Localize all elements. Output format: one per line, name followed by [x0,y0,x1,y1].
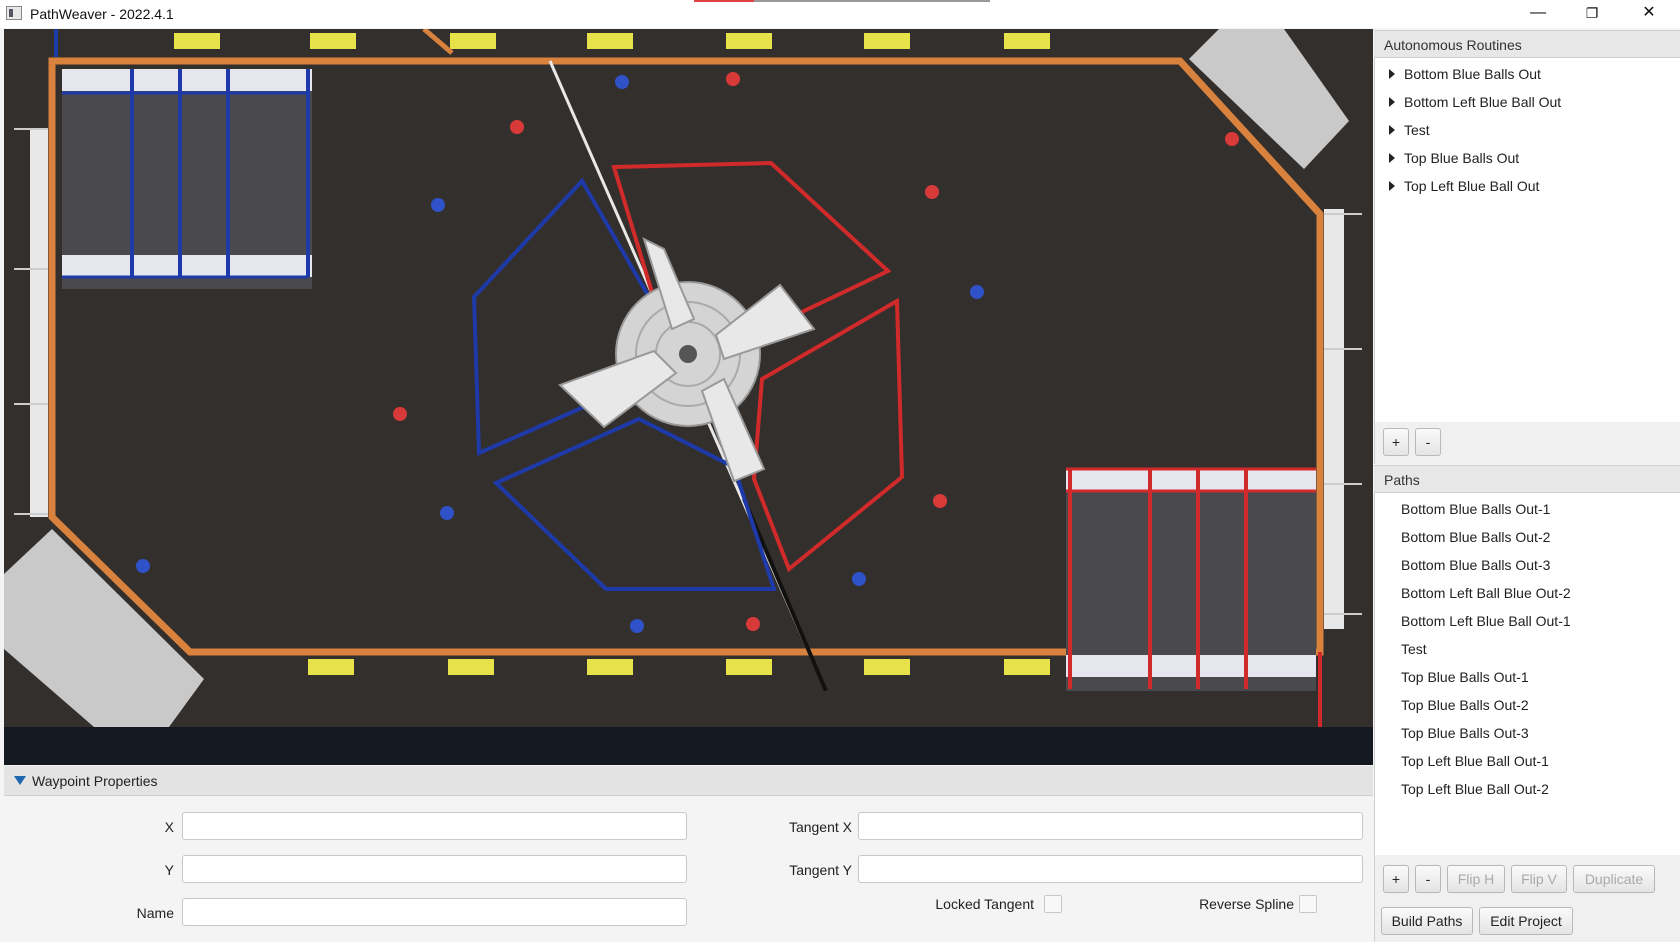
expand-arrow-icon[interactable] [1389,153,1395,164]
field-footer-strip [4,727,1373,765]
name-input[interactable] [182,898,687,926]
routine-item[interactable]: Top Blue Balls Out [1389,150,1519,166]
y-label: Y [164,862,174,878]
tangent-x-input[interactable] [858,812,1363,840]
waypoint-properties-header[interactable]: Waypoint Properties [4,766,1373,796]
reverse-spline-checkbox[interactable] [1299,895,1317,913]
locked-tangent-label: Locked Tangent [935,896,1034,912]
paths-toolbar: + - Flip H Flip V Duplicate Build Paths … [1374,855,1680,942]
left-rail [30,129,48,517]
tangent-x-label: Tangent X [788,819,852,835]
title-accent-line-gray [754,0,990,2]
path-item[interactable]: Top Left Blue Ball Out-2 [1401,781,1549,797]
add-path-button[interactable]: + [1383,865,1409,893]
routine-item[interactable]: Top Left Blue Ball Out [1389,178,1539,194]
build-paths-button[interactable]: Build Paths [1381,907,1473,935]
paths-header: Paths [1374,465,1680,493]
waypoint-properties-title: Waypoint Properties [32,773,158,789]
path-item[interactable]: Top Blue Balls Out-3 [1401,725,1529,741]
field-canvas[interactable] [4,29,1373,727]
tangent-y-input[interactable] [858,855,1363,883]
path-item[interactable]: Top Left Blue Ball Out-1 [1401,753,1549,769]
collapse-arrow-icon[interactable] [14,776,26,785]
routine-item[interactable]: Bottom Left Blue Ball Out [1389,94,1561,110]
path-item[interactable]: Bottom Left Ball Blue Out-2 [1401,585,1571,601]
expand-arrow-icon[interactable] [1389,69,1395,80]
waypoint-properties-body: X Y Name Tangent X Tangent Y Locked Tang… [4,796,1373,942]
expand-arrow-icon[interactable] [1389,125,1395,136]
routine-item[interactable]: Test [1389,122,1430,138]
title-accent-line [694,0,754,2]
reverse-spline-label: Reverse Spline [1199,896,1294,912]
duplicate-button[interactable]: Duplicate [1573,865,1655,893]
window-title: PathWeaver - 2022.4.1 [30,6,174,22]
path-item[interactable]: Bottom Blue Balls Out-2 [1401,529,1550,545]
add-routine-button[interactable]: + [1383,428,1409,456]
path-item[interactable]: Test [1401,641,1427,657]
routine-label: Top Blue Balls Out [1404,150,1520,166]
app-icon [6,6,22,20]
x-label: X [164,819,174,835]
restore-button[interactable]: ❐ [1569,0,1615,28]
blue-hangar [62,69,312,289]
routine-label: Test [1404,122,1430,138]
x-input[interactable] [182,812,687,840]
expand-arrow-icon[interactable] [1389,181,1395,192]
routine-item[interactable]: Bottom Blue Balls Out [1389,66,1541,82]
routine-label: Top Left Blue Ball Out [1404,178,1540,194]
routines-toolbar: + - [1374,422,1680,464]
right-rail [1324,209,1344,629]
routine-label: Bottom Blue Balls Out [1404,66,1541,82]
path-item[interactable]: Bottom Blue Balls Out-3 [1401,557,1550,573]
routine-label: Bottom Left Blue Ball Out [1404,94,1562,110]
y-input[interactable] [182,855,687,883]
remove-routine-button[interactable]: - [1415,428,1441,456]
paths-list[interactable]: Bottom Blue Balls Out-1 Bottom Blue Ball… [1374,493,1680,855]
title-bar: PathWeaver - 2022.4.1 — ❐ ✕ [0,0,1680,28]
path-item[interactable]: Top Blue Balls Out-1 [1401,669,1529,685]
expand-arrow-icon[interactable] [1389,97,1395,108]
red-hangar [1066,467,1316,691]
routines-header: Autonomous Routines [1374,30,1680,58]
path-item[interactable]: Bottom Left Blue Ball Out-1 [1401,613,1571,629]
locked-tangent-checkbox[interactable] [1044,895,1062,913]
path-item[interactable]: Bottom Blue Balls Out-1 [1401,501,1550,517]
tangent-y-label: Tangent Y [789,862,852,878]
edit-project-button[interactable]: Edit Project [1479,907,1573,935]
close-button[interactable]: ✕ [1626,0,1672,28]
remove-path-button[interactable]: - [1415,865,1441,893]
minimize-button[interactable]: — [1515,0,1561,28]
flip-v-button[interactable]: Flip V [1511,865,1567,893]
name-label: Name [136,905,174,921]
path-item[interactable]: Top Blue Balls Out-2 [1401,697,1529,713]
routines-tree[interactable]: Bottom Blue Balls Out Bottom Left Blue B… [1374,58,1680,422]
ramp-bottom-left [4,529,204,727]
field-image [4,29,1362,727]
flip-h-button[interactable]: Flip H [1447,865,1505,893]
